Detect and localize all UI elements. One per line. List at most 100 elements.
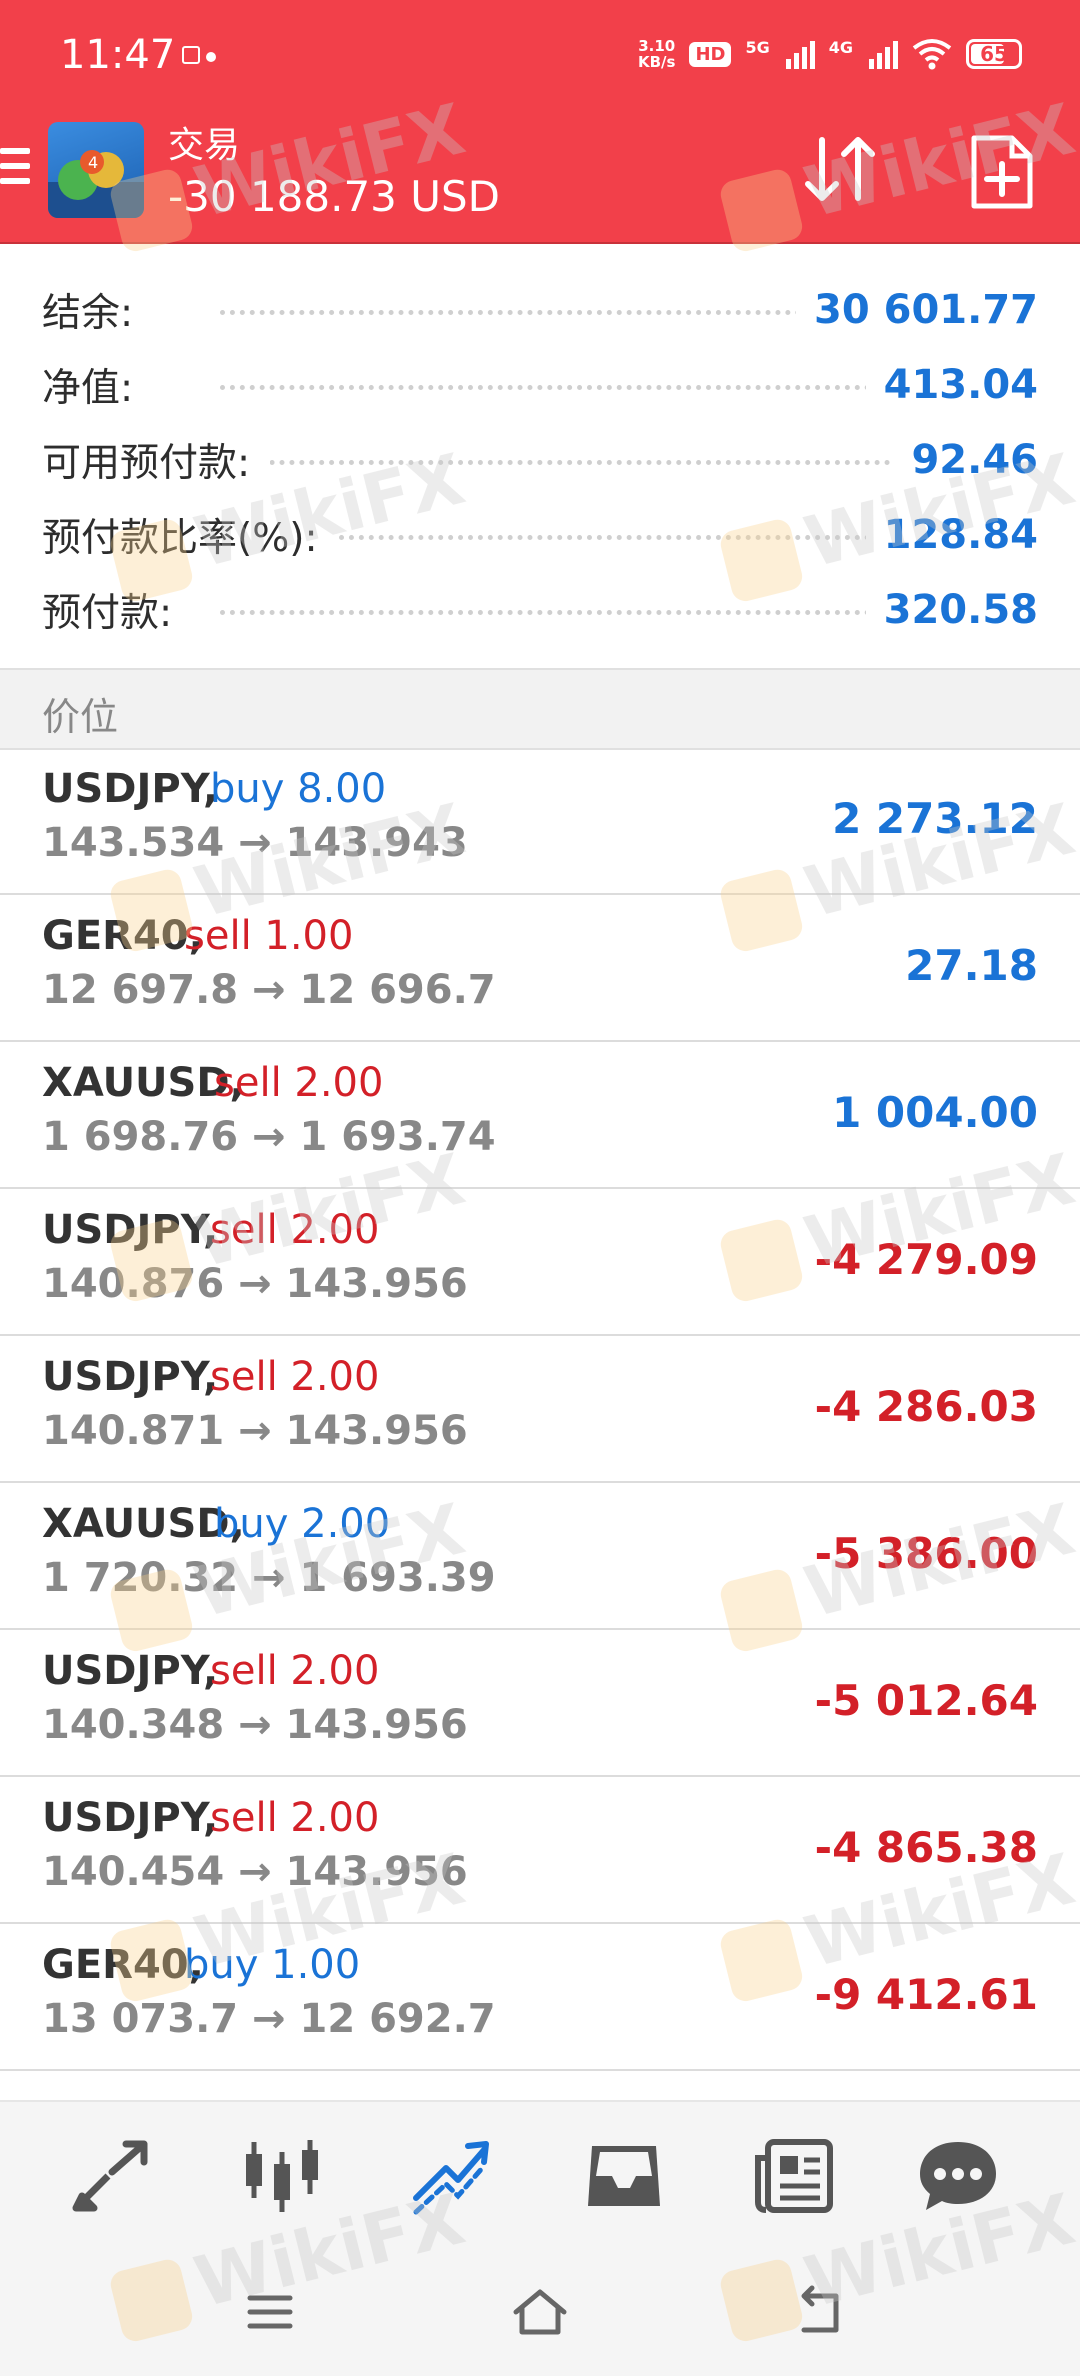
svg-text:4: 4 [88,153,98,172]
page-title: 交易 [168,125,241,166]
position-side: sell 1.00 [184,913,354,959]
net2-label: 4G [828,38,853,57]
summary-label: 净值: [42,356,154,413]
summary-label: 预付款: [42,581,193,638]
position-row[interactable]: XAUUSD, buy 2.00 1 720.32 → 1 693.39 -5 … [0,1483,1080,1630]
app-logo: 4 [48,122,144,218]
position-prices: 1 720.32 → 1 693.39 [42,1555,496,1601]
app-header: 11:47 3.10 KB/s HD 5G 4G 65 4 交易 -30 188… [0,0,1080,244]
position-side: buy 8.00 [210,766,387,812]
position-row[interactable]: GER40, buy 1.00 13 073.7 → 12 692.7 -9 4… [0,1924,1080,2071]
position-row[interactable]: USDJPY, sell 2.00 140.348 → 143.956 -5 0… [0,1630,1080,1777]
new-order-icon[interactable] [968,134,1036,210]
position-prices: 143.534 → 143.943 [42,820,468,866]
status-icons: 3.10 KB/s HD 5G 4G 65 [638,38,1022,70]
position-side: sell 2.00 [210,1207,380,1253]
dotted-leader [220,459,920,465]
position-profit: -9 412.61 [814,1970,1038,2019]
net1-label: 5G [745,38,770,57]
status-time: 11:47 [60,32,176,78]
position-side: buy 2.00 [214,1501,391,1547]
summary-row-balance: 结余: 30 601.77 [0,272,1080,347]
trade-icon[interactable] [410,2136,494,2216]
battery-level: 65 [980,42,1008,66]
recent-apps-icon[interactable] [240,2284,300,2340]
position-profit: 1 004.00 [832,1088,1038,1137]
account-summary: 结余: 30 601.77 净值: 413.04 可用预付款: 92.46 预付… [0,272,1080,647]
system-nav-bar [0,2248,1080,2376]
chat-icon[interactable] [916,2136,1000,2216]
position-side: sell 2.00 [214,1060,384,1106]
summary-label: 可用预付款: [42,431,271,488]
dotted-leader [220,384,920,390]
position-profit: 2 273.12 [832,794,1038,843]
position-prices: 140.876 → 143.956 [42,1261,468,1307]
summary-value: 128.84 [865,511,1038,558]
position-symbol: USDJPY, [42,1648,219,1694]
position-side: sell 2.00 [210,1648,380,1694]
position-profit: 27.18 [905,941,1038,990]
position-symbol: USDJPY, [42,766,219,812]
position-row[interactable]: USDJPY, sell 2.00 140.454 → 143.956 -4 8… [0,1777,1080,1924]
summary-value: 30 601.77 [796,286,1038,333]
position-row[interactable]: USDJPY, sell 2.00 140.871 → 143.956 -4 2… [0,1336,1080,1483]
summary-label: 预付款比率(%): [42,506,338,563]
position-side: buy 1.00 [184,1942,361,1988]
summary-row-margin-level: 预付款比率(%): 128.84 [0,497,1080,572]
position-profit: -5 386.00 [814,1529,1038,1578]
quotes-icon[interactable] [68,2136,152,2216]
position-row[interactable]: GER40, sell 1.00 12 697.8 → 12 696.7 27.… [0,895,1080,1042]
position-row[interactable]: XAUUSD, sell 2.00 1 698.76 → 1 693.74 1 … [0,1042,1080,1189]
summary-value: 413.04 [865,361,1038,408]
bottom-nav [0,2100,1080,2250]
summary-label: 结余: [42,281,154,338]
position-prices: 140.871 → 143.956 [42,1408,468,1454]
summary-value: 320.58 [865,586,1038,633]
dot-indicator-icon [206,52,216,62]
summary-row-equity: 净值: 413.04 [0,347,1080,422]
position-symbol: GER40, [42,913,204,959]
positions-list: USDJPY, buy 8.00 143.534 → 143.943 2 273… [0,748,1080,2071]
summary-row-margin: 预付款: 320.58 [0,572,1080,647]
position-prices: 13 073.7 → 12 692.7 [42,1996,496,2042]
back-icon[interactable] [790,2284,850,2340]
position-symbol: USDJPY, [42,1354,219,1400]
position-prices: 1 698.76 → 1 693.74 [42,1114,496,1160]
signal-4g-icon [869,39,898,69]
position-profit: -4 279.09 [814,1235,1038,1284]
position-side: sell 2.00 [210,1795,380,1841]
network-speed: 3.10 KB/s [638,38,675,70]
position-prices: 12 697.8 → 12 696.7 [42,967,496,1013]
battery-icon: 65 [966,39,1022,69]
hd-badge: HD [689,41,732,67]
section-header-positions: 价位 [0,668,1080,750]
position-side: sell 2.00 [210,1354,380,1400]
position-row[interactable]: USDJPY, sell 2.00 140.876 → 143.956 -4 2… [0,1189,1080,1336]
home-icon[interactable] [510,2284,570,2340]
position-symbol: USDJPY, [42,1795,219,1841]
position-symbol: USDJPY, [42,1207,219,1253]
speed-value: 3.10 [638,37,676,55]
position-profit: -5 012.64 [814,1676,1038,1725]
wifi-icon [912,39,952,70]
menu-icon[interactable] [0,148,30,192]
position-prices: 140.454 → 143.956 [42,1849,468,1895]
dotted-leader [220,609,920,615]
status-bar: 11:47 3.10 KB/s HD 5G 4G 65 [0,0,1080,116]
history-icon[interactable] [582,2136,666,2216]
header-profit: -30 188.73 USD [168,172,501,221]
speed-unit: KB/s [637,53,676,71]
summary-value: 92.46 [893,436,1038,483]
chart-icon[interactable] [240,2136,324,2216]
section-title: 价位 [42,695,119,739]
signal-5g-icon [785,39,815,69]
position-row[interactable]: USDJPY, buy 8.00 143.534 → 143.943 2 273… [0,748,1080,895]
position-profit: -4 286.03 [814,1382,1038,1431]
position-symbol: GER40, [42,1942,204,1988]
news-icon[interactable] [752,2136,836,2216]
summary-row-free-margin: 可用预付款: 92.46 [0,422,1080,497]
position-profit: -4 865.38 [814,1823,1038,1872]
sort-icon[interactable] [800,132,880,206]
position-prices: 140.348 → 143.956 [42,1702,468,1748]
notification-icon [182,46,200,64]
